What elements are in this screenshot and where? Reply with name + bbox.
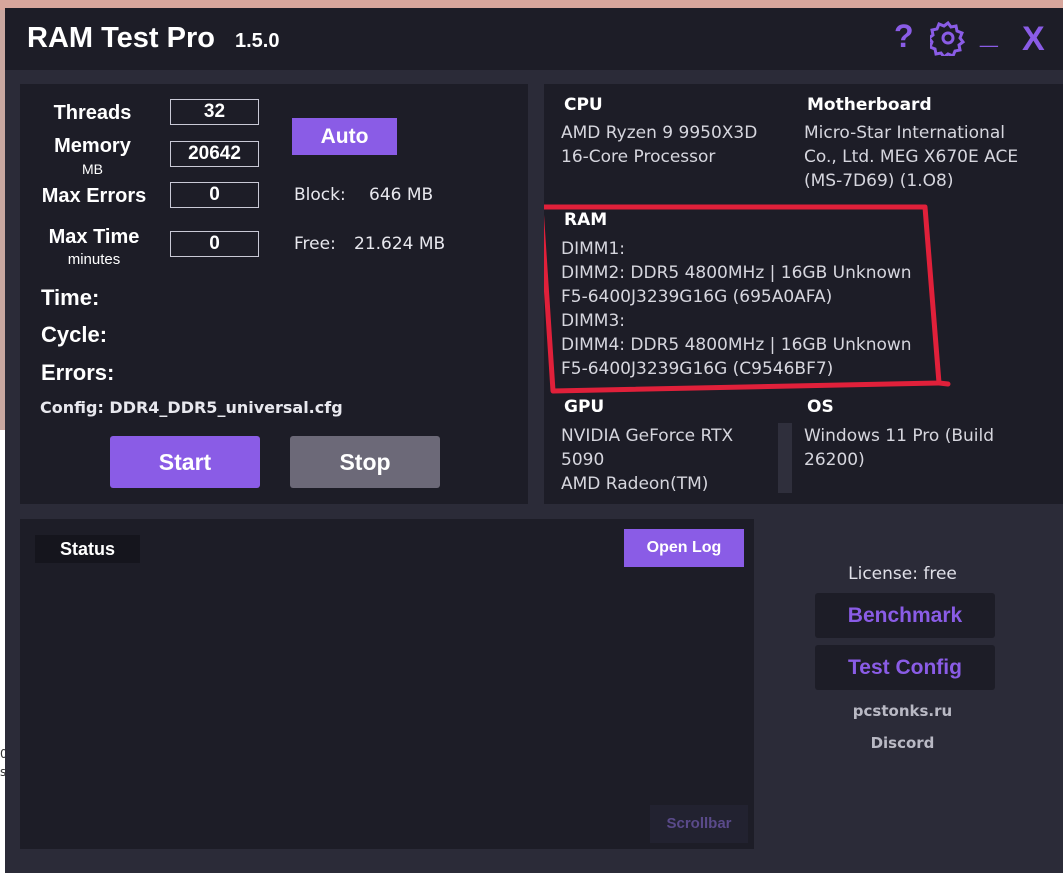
cpu-heading: CPU [564,95,603,115]
memory-input[interactable]: 20642 [170,141,259,167]
config-file-label: Config: DDR4_DDR5_universal.cfg [40,398,343,417]
memory-label: Memory [54,135,131,157]
threads-input[interactable]: 32 [170,99,259,125]
status-log-panel: Status Open Log Scrollbar [20,519,754,849]
benchmark-button[interactable]: Benchmark [815,593,995,638]
gpu-heading: GPU [564,397,605,417]
minimize-button[interactable]: _ [980,14,998,51]
test-config-button[interactable]: Test Config [815,645,995,690]
test-parameters-panel: Threads 32 Memory MB 20642 Auto Max Erro… [20,84,528,504]
free-label: Free: [294,234,336,254]
block-label: Block: [294,185,346,205]
motherboard-info: Micro-Star International Co., Ltd. MEG X… [804,123,1019,191]
titlebar: RAM Test Pro 1.5.0 ? _ X [5,8,1063,70]
cycle-label: Cycle: [41,322,108,347]
open-log-button[interactable]: Open Log [624,529,744,567]
time-label: Time: [41,285,100,310]
help-button[interactable]: ? [894,18,914,55]
close-button[interactable]: X [1022,20,1045,59]
os-info: Windows 11 Pro (Build 26200) [804,426,995,470]
ram-info: DIMM1: DIMM2: DDR5 4800MHz | 16GB Unknow… [561,239,912,379]
max-time-input[interactable]: 0 [170,231,259,257]
max-errors-label: Max Errors [41,185,147,207]
status-label: Status [35,535,140,563]
discord-link[interactable]: Discord [785,734,1020,752]
max-time-unit: minutes [67,251,121,268]
license-status: License: free [848,564,957,584]
stop-button[interactable]: Stop [290,436,440,488]
threads-label: Threads [53,102,132,124]
motherboard-heading: Motherboard [807,95,932,115]
max-time-label: Max Time [48,226,140,248]
os-heading: OS [807,397,834,417]
gear-icon [926,20,966,60]
block-value: 646 MB [369,185,434,205]
free-value: 21.624 MB [354,234,446,254]
gpu-info: NVIDIA GeForce RTX 5090 AMD Radeon(TM) [561,426,734,494]
log-scrollbar[interactable]: Scrollbar [650,805,748,843]
start-button[interactable]: Start [110,436,260,488]
system-info-panel: CPU AMD Ryzen 9 9950X3D 16-Core Processo… [544,84,1063,504]
auto-button[interactable]: Auto [292,118,397,155]
errors-label: Errors: [41,360,115,385]
ram-heading: RAM [564,210,608,230]
memory-unit: MB [82,161,103,177]
app-version: 1.5.0 [235,30,280,52]
max-errors-input[interactable]: 0 [170,182,259,208]
app-title: RAM Test Pro [27,22,215,54]
gpu-scrollbar[interactable] [778,423,792,493]
cpu-info: AMD Ryzen 9 9950X3D 16-Core Processor [561,123,758,167]
website-link[interactable]: pcstonks.ru [785,702,1020,720]
settings-button[interactable] [926,20,966,61]
app-window: RAM Test Pro 1.5.0 ? _ X Threads 32 Memo… [5,8,1063,873]
